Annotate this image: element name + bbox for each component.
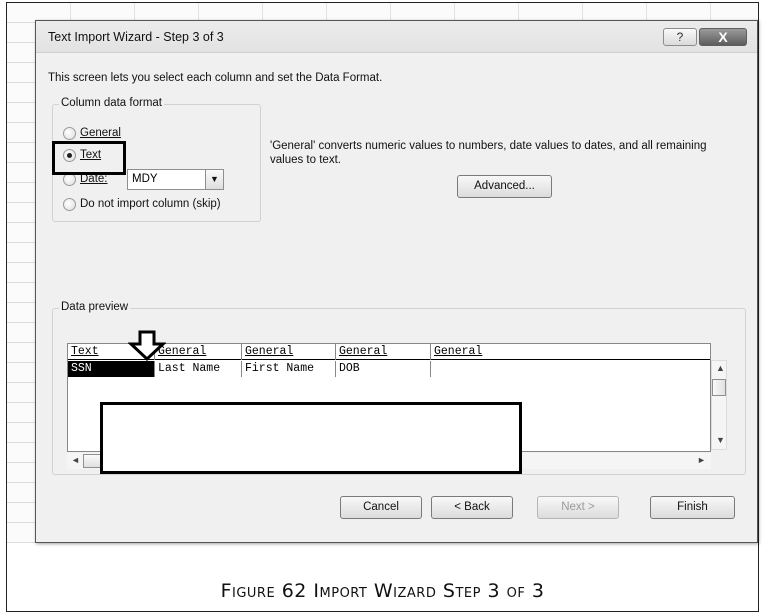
down-arrow-marker-icon — [128, 330, 166, 362]
radio-skip-label: Do not import column (skip) — [80, 198, 221, 210]
scroll-up-icon[interactable]: ▲ — [716, 363, 725, 373]
help-icon[interactable]: ? — [663, 28, 697, 46]
radio-general[interactable]: General — [63, 125, 121, 141]
date-format-select[interactable]: MDY ▼ — [127, 169, 224, 190]
radio-general-button[interactable] — [63, 126, 76, 140]
preview-cell-selected[interactable]: SSN — [68, 361, 155, 377]
preview-header-cell[interactable]: General — [431, 344, 710, 360]
date-format-value: MDY — [132, 173, 158, 185]
next-button[interactable]: Next > — [537, 496, 619, 519]
intro-text: This screen lets you select each column … — [48, 72, 383, 84]
preview-cell[interactable]: Last Name — [155, 361, 242, 377]
text-import-wizard-dialog: Text Import Wizard - Step 3 of 3 ? X Thi… — [35, 20, 758, 543]
format-description: 'General' converts numeric values to num… — [270, 140, 707, 166]
preview-header-cell[interactable]: General — [155, 344, 242, 360]
data-preview-legend: Data preview — [59, 301, 131, 313]
advanced-button[interactable]: Advanced... — [457, 175, 552, 198]
scroll-down-icon[interactable]: ▼ — [716, 435, 725, 445]
cancel-button[interactable]: Cancel — [340, 496, 422, 519]
horizontal-scroll-thumb[interactable] — [83, 454, 101, 468]
radio-skip[interactable]: Do not import column (skip) — [63, 196, 221, 212]
vertical-scroll-thumb[interactable] — [712, 379, 726, 396]
close-icon[interactable]: X — [699, 28, 747, 46]
dropdown-arrow-icon[interactable]: ▼ — [205, 170, 223, 189]
figure-caption: Figure 62 Import Wizard Step 3 of 3 — [220, 580, 545, 602]
text-option-highlight-box — [52, 141, 126, 175]
scroll-left-icon[interactable]: ◄ — [71, 455, 80, 465]
preview-cell[interactable]: First Name — [242, 361, 336, 377]
preview-header-cell[interactable]: General — [242, 344, 336, 360]
column-data-format-legend: Column data format — [59, 97, 164, 109]
preview-header-cell[interactable]: General — [336, 344, 431, 360]
radio-skip-button[interactable] — [63, 197, 76, 211]
preview-cell[interactable]: DOB — [336, 361, 431, 377]
dialog-titlebar: Text Import Wizard - Step 3 of 3 ? X — [36, 21, 757, 53]
vertical-scrollbar[interactable]: ▲ ▼ — [711, 360, 727, 450]
dialog-title: Text Import Wizard - Step 3 of 3 — [48, 30, 224, 44]
back-button[interactable]: < Back — [431, 496, 513, 519]
finish-button[interactable]: Finish — [650, 496, 735, 519]
table-row: SSN Last Name First Name DOB — [68, 361, 710, 377]
radio-general-label: General — [80, 127, 121, 139]
redaction-box — [100, 402, 522, 474]
scroll-right-icon[interactable]: ► — [697, 455, 706, 465]
preview-cell[interactable] — [431, 361, 710, 377]
